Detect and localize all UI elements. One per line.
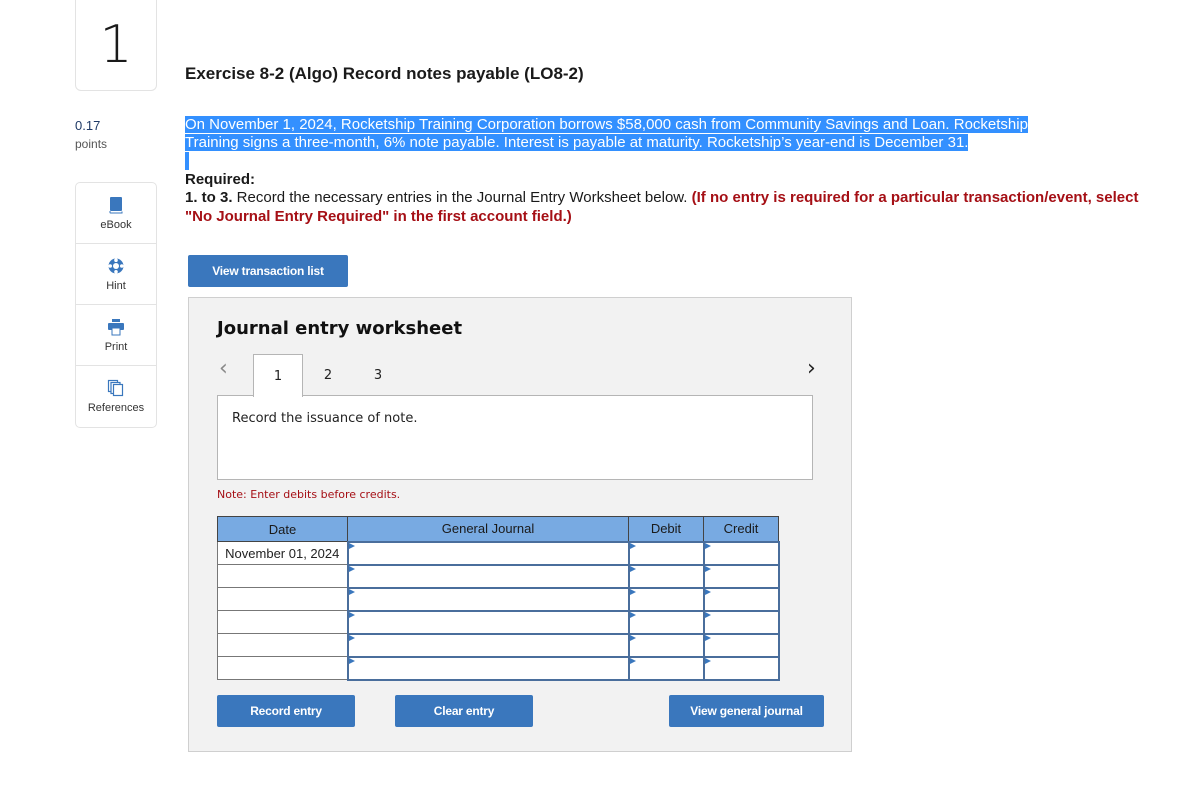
credit-cell (702, 540, 780, 566)
credit-input[interactable] (704, 588, 778, 610)
debit-cell (627, 563, 705, 589)
column-header-credit: Credit (703, 516, 779, 542)
view-general-journal-button[interactable]: View general journal (669, 695, 824, 727)
ebook-button[interactable]: eBook (76, 183, 156, 244)
question-number: 1 (75, 0, 157, 91)
table-header-row: Date General Journal Debit Credit (217, 516, 779, 542)
credit-cell (702, 655, 780, 681)
view-transaction-list-button[interactable]: View transaction list (188, 255, 348, 287)
debit-cell (627, 609, 705, 635)
required-instructions: 1. to 3. Record the necessary entries in… (185, 188, 1145, 226)
tab-1[interactable]: 1 (253, 354, 303, 397)
debit-cell (627, 655, 705, 681)
account-cell (346, 563, 630, 589)
table-row (217, 609, 780, 635)
account-cell (346, 655, 630, 681)
account-dropdown[interactable] (348, 611, 628, 633)
debit-cell (627, 586, 705, 612)
chevron-left-icon[interactable]: ‹ (219, 356, 228, 381)
table-row: November 01, 2024 (217, 540, 780, 566)
exercise-intro: On November 1, 2024, Rocketship Training… (185, 116, 1085, 152)
print-button[interactable]: Print (76, 305, 156, 366)
date-cell: November 01, 2024 (217, 541, 348, 565)
printer-icon (108, 318, 124, 335)
column-header-general-journal: General Journal (347, 516, 629, 542)
account-dropdown[interactable] (348, 657, 628, 679)
required-label: Required: (185, 171, 256, 188)
required-prefix: 1. to 3. (185, 189, 233, 206)
date-cell (217, 610, 348, 634)
credit-input[interactable] (704, 542, 778, 564)
debit-input[interactable] (629, 634, 703, 656)
transaction-description-box: Record the issuance of note. (217, 395, 813, 480)
journal-entry-table: Date General Journal Debit Credit Novemb… (217, 516, 780, 681)
references-label: References (87, 402, 145, 414)
credit-cell (702, 609, 780, 635)
print-label: Print (104, 340, 128, 353)
credit-input[interactable] (704, 634, 778, 656)
credit-cell (702, 563, 780, 589)
debit-input[interactable] (629, 611, 703, 633)
credit-cell (702, 632, 780, 658)
clear-entry-button[interactable]: Clear entry (395, 695, 533, 727)
account-dropdown[interactable] (348, 634, 628, 656)
ebook-label: eBook (100, 218, 132, 231)
credit-input[interactable] (704, 657, 778, 679)
worksheet-title: Journal entry worksheet (217, 318, 463, 339)
account-cell (346, 540, 630, 566)
table-row (217, 632, 780, 658)
hint-label: Hint (106, 279, 126, 292)
transaction-description: Record the issuance of note. (232, 411, 418, 426)
column-header-date: Date (217, 516, 348, 542)
points-value: 0.17 (75, 118, 101, 133)
tab-2[interactable]: 2 (303, 354, 353, 396)
intro-line-1: On November 1, 2024, Rocketship Training… (185, 116, 1028, 133)
tool-panel: eBook Hint Print References (75, 182, 157, 428)
account-cell (346, 632, 630, 658)
chevron-right-icon[interactable]: › (807, 356, 816, 381)
copy-icon (107, 379, 124, 397)
credit-input[interactable] (704, 611, 778, 633)
date-cell (217, 564, 348, 588)
debit-cell (627, 540, 705, 566)
debit-cell (627, 632, 705, 658)
credit-cell (702, 586, 780, 612)
account-cell (346, 586, 630, 612)
date-cell (217, 633, 348, 657)
record-entry-button[interactable]: Record entry (217, 695, 355, 727)
account-cell (346, 609, 630, 635)
table-row (217, 655, 780, 681)
debits-note: Note: Enter debits before credits. (217, 488, 401, 501)
account-dropdown[interactable] (348, 588, 628, 610)
date-cell (217, 656, 348, 680)
account-dropdown[interactable] (348, 565, 628, 587)
selection-caret (185, 152, 189, 170)
lifebuoy-icon (108, 257, 124, 274)
exercise-title: Exercise 8-2 (Algo) Record notes payable… (185, 64, 584, 83)
credit-input[interactable] (704, 565, 778, 587)
tab-3[interactable]: 3 (353, 354, 403, 396)
references-button[interactable]: References (76, 366, 156, 427)
table-row (217, 563, 780, 589)
points-label: points (75, 137, 108, 151)
date-cell (217, 587, 348, 611)
debit-input[interactable] (629, 657, 703, 679)
hint-button[interactable]: Hint (76, 244, 156, 305)
journal-entry-worksheet: Journal entry worksheet ‹ 1 2 3 › Record… (188, 297, 852, 752)
book-icon (109, 196, 123, 213)
table-row (217, 586, 780, 612)
debit-input[interactable] (629, 542, 703, 564)
intro-line-2: Training signs a three-month, 6% note pa… (185, 134, 969, 151)
account-dropdown[interactable] (348, 542, 628, 564)
required-text: Record the necessary entries in the Jour… (232, 189, 692, 206)
column-header-debit: Debit (628, 516, 704, 542)
debit-input[interactable] (629, 588, 703, 610)
debit-input[interactable] (629, 565, 703, 587)
